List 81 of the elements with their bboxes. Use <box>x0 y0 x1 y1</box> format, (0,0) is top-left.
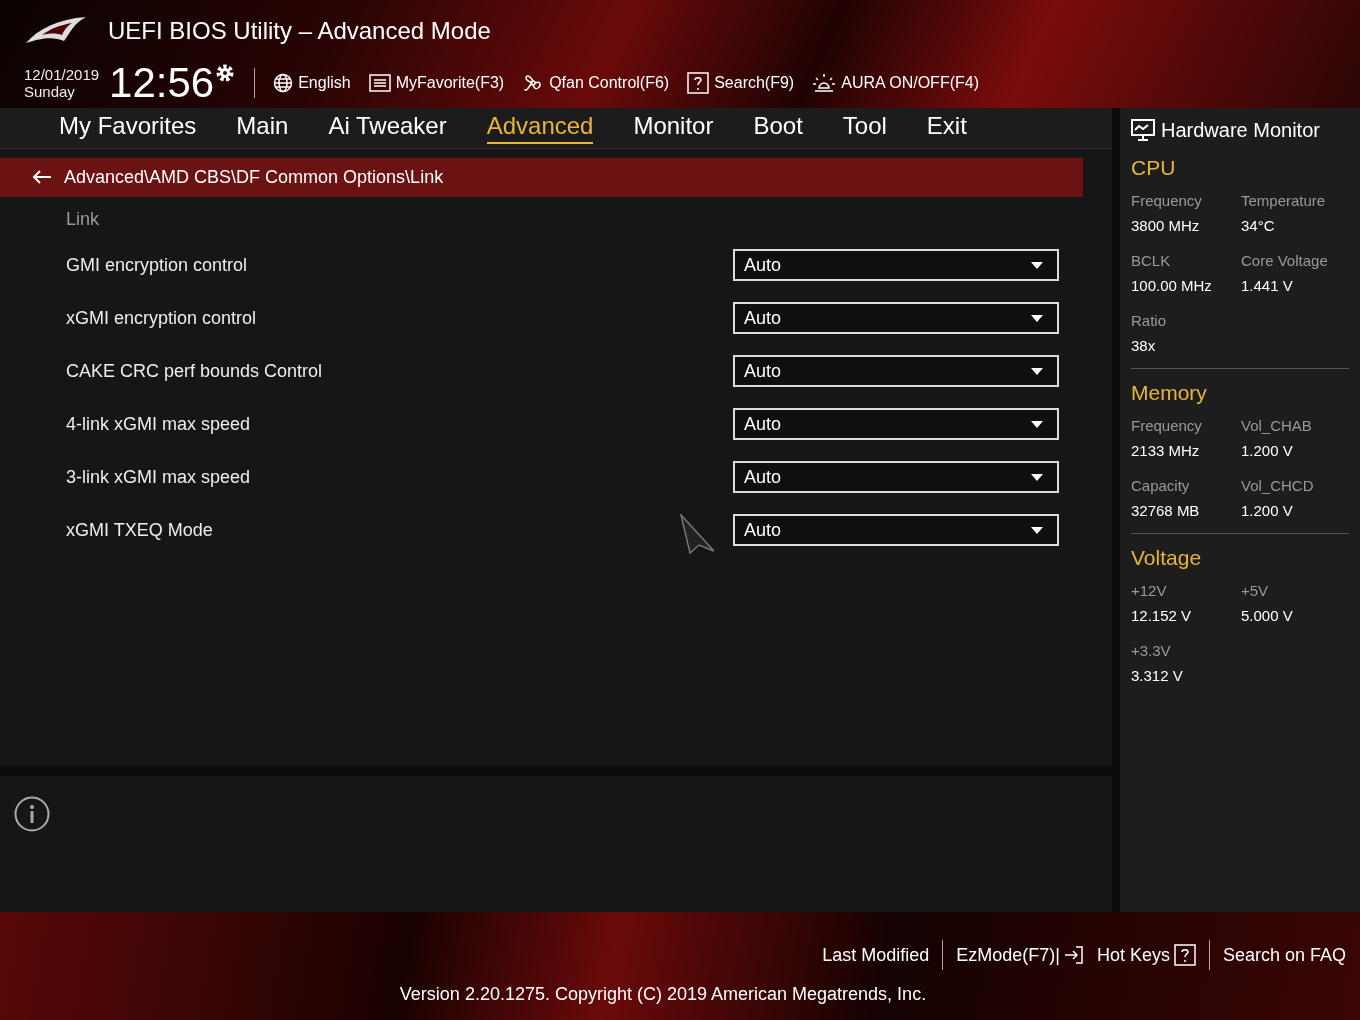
reading-value: 3.312 V <box>1131 667 1184 684</box>
setting-label: 3-link xGMI max speed <box>66 466 251 488</box>
breadcrumb-bar[interactable]: Advanced\AMD CBS\DF Common Options\Link <box>0 157 1083 197</box>
reading-value: 1.200 V <box>1241 442 1294 459</box>
clock-time: 12:56 <box>109 62 215 104</box>
info-icon <box>14 796 50 833</box>
reading-value: 12.152 V <box>1131 607 1193 624</box>
back-arrow-icon <box>32 169 52 186</box>
footer-link[interactable]: EzMode(F7)| <box>956 944 1084 966</box>
setting-dropdown[interactable]: Auto <box>733 249 1059 282</box>
footer-link[interactable]: Search on FAQ <box>1222 944 1346 966</box>
monitor-icon <box>1131 119 1155 141</box>
menu-tab[interactable]: Main <box>236 111 289 144</box>
caret-icon <box>1031 314 1043 322</box>
monitor-section-title: Memory <box>1131 381 1208 405</box>
help-icon <box>1173 944 1196 966</box>
setting-label: CAKE CRC perf bounds Control <box>66 360 323 382</box>
menu-tab[interactable]: Ai Tweaker <box>328 111 447 144</box>
mouse-pointer-icon <box>680 513 716 554</box>
caret-icon <box>1031 261 1043 269</box>
toolbar-button[interactable]: Qfan Control(F6) <box>522 72 670 94</box>
menu-tab[interactable]: Boot <box>753 111 803 144</box>
setting-dropdown[interactable]: Auto <box>733 461 1059 494</box>
reading-value: 2133 MHz <box>1131 442 1201 459</box>
reading-label: +5V <box>1241 582 1270 599</box>
setting-label: 4-link xGMI max speed <box>66 413 251 435</box>
day-text: Sunday <box>24 83 76 100</box>
menu-tab[interactable]: My Favorites <box>59 111 197 144</box>
exit-icon <box>1063 945 1084 965</box>
reading-label: BCLK <box>1131 252 1172 269</box>
version-text: Version 2.20.1275. Copyright (C) 2019 American Megatrends, Inc. <box>399 984 927 1005</box>
reading-value: 1.441 V <box>1241 277 1294 294</box>
reading-label: Vol_CHAB <box>1241 417 1313 434</box>
reading-value: 34°C <box>1241 217 1276 234</box>
setting-label: GMI encryption control <box>66 254 248 276</box>
reading-value: 5.000 V <box>1241 607 1294 624</box>
menu-tab[interactable]: Advanced <box>486 111 594 144</box>
reading-label: Frequency <box>1131 417 1203 434</box>
list-icon <box>368 74 391 92</box>
monitor-section-title: Voltage <box>1131 546 1203 570</box>
caret-icon <box>1031 473 1043 481</box>
help-icon <box>687 72 710 94</box>
monitor-section-title: CPU <box>1131 156 1177 180</box>
setting-dropdown[interactable]: Auto <box>733 355 1059 388</box>
reading-label: Core Voltage <box>1241 252 1329 269</box>
footer-link[interactable]: Hot Keys <box>1096 944 1196 966</box>
window-title: UEFI BIOS Utility – Advanced Mode <box>108 17 491 45</box>
toolbar-button[interactable]: English <box>273 73 351 93</box>
caret-icon <box>1031 526 1043 534</box>
section-heading: Link <box>66 208 101 231</box>
reading-value: 100.00 MHz <box>1131 277 1213 294</box>
setting-dropdown[interactable]: Auto <box>733 408 1059 441</box>
reading-label: Ratio <box>1131 312 1168 329</box>
menu-tab[interactable]: Tool <box>842 111 887 144</box>
setting-label: xGMI TXEQ Mode <box>66 519 213 541</box>
setting-dropdown[interactable]: Auto <box>733 302 1059 335</box>
caret-icon <box>1031 367 1043 375</box>
setting-label: xGMI encryption control <box>66 307 257 329</box>
reading-label: +12V <box>1131 582 1168 599</box>
date-text: 12/01/2019 <box>24 66 100 83</box>
reading-label: Temperature <box>1241 192 1327 209</box>
reading-value: 38x <box>1131 337 1157 354</box>
toolbar-button[interactable]: MyFavorite(F3) <box>368 74 505 92</box>
breadcrumb-path: Advanced\AMD CBS\DF Common Options\Link <box>64 166 444 188</box>
caret-icon <box>1031 420 1043 428</box>
reading-value: 1.200 V <box>1241 502 1294 519</box>
monitor-title-text: Hardware Monitor <box>1161 118 1320 142</box>
menu-tab[interactable]: Exit <box>926 111 967 144</box>
setting-dropdown[interactable]: Auto <box>733 514 1059 547</box>
reading-label: Capacity <box>1131 477 1191 494</box>
globe-icon <box>273 73 294 93</box>
reading-value: 32768 MB <box>1131 502 1201 519</box>
reading-label: Frequency <box>1131 192 1203 209</box>
toolbar-button[interactable]: Search(F9) <box>687 72 795 94</box>
reading-value: 3800 MHz <box>1131 217 1201 234</box>
reading-label: +3.3V <box>1131 642 1172 659</box>
toolbar-button[interactable]: AURA ON/OFF(F4) <box>812 72 979 94</box>
footer-link[interactable]: Last Modified <box>822 944 930 966</box>
light-icon <box>812 72 837 94</box>
menu-tab[interactable]: Monitor <box>633 111 714 144</box>
reading-label: Vol_CHCD <box>1241 477 1315 494</box>
